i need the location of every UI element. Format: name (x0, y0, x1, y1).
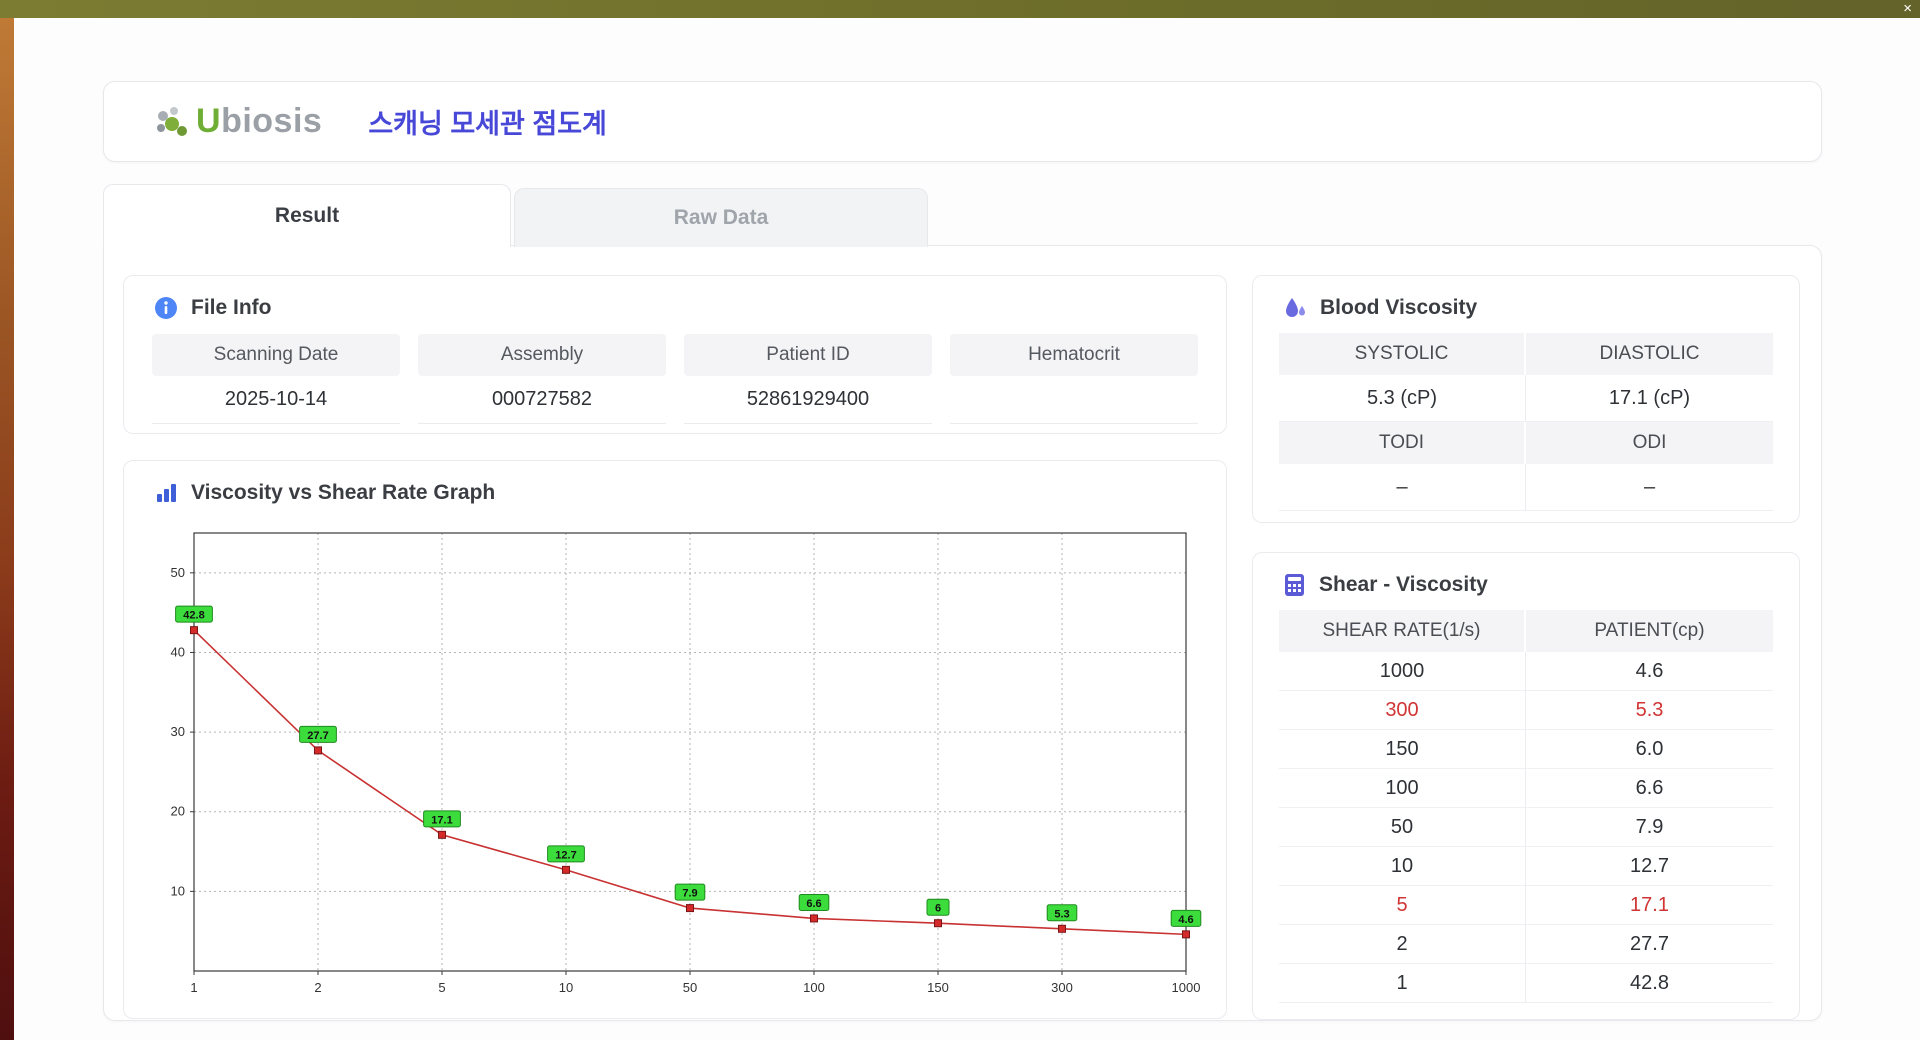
ubiosis-logo-icon (157, 106, 187, 136)
graph-header: Viscosity vs Shear Rate Graph (124, 461, 1226, 505)
ubiosis-logo: Ubiosis (152, 102, 322, 141)
field-scanning-date: Scanning Date 2025-10-14 (152, 334, 400, 424)
shear-viscosity-title: Shear - Viscosity (1319, 573, 1488, 596)
patient-cell: 7.9 (1526, 808, 1773, 847)
field-value: 52861929400 (684, 376, 932, 424)
field-assembly: Assembly 000727582 (418, 334, 666, 424)
svg-text:100: 100 (803, 980, 825, 995)
svg-text:5: 5 (438, 980, 445, 995)
field-label: Hematocrit (950, 334, 1198, 376)
patient-cell: 5.3 (1526, 691, 1773, 730)
shear-rate-cell: 150 (1279, 730, 1526, 769)
diastolic-header: DIASTOLIC (1526, 333, 1773, 375)
field-value: 2025-10-14 (152, 376, 400, 424)
svg-text:50: 50 (683, 980, 697, 995)
logo-u: U (196, 102, 222, 140)
field-label: Patient ID (684, 334, 932, 376)
svg-text:10: 10 (171, 883, 185, 898)
svg-text:17.1: 17.1 (431, 814, 452, 826)
field-label: Assembly (418, 334, 666, 376)
patient-column-header: PATIENT(cp) (1526, 610, 1773, 652)
viscosity-chart: 1 2 5 10 50 100 150 300 1000 10 20 30 40 50 42.8 27.7 17… (171, 532, 1202, 995)
shear-rate-cell: 10 (1279, 847, 1526, 886)
todi-value: – (1279, 464, 1526, 511)
shear-rate-cell: 1000 (1279, 652, 1526, 691)
todi-header: TODI (1279, 422, 1526, 464)
file-info-panel: File Info Scanning Date 2025-10-14 Assem… (123, 275, 1227, 434)
close-icon[interactable]: × (1903, 0, 1912, 18)
result-content: File Info Scanning Date 2025-10-14 Assem… (103, 245, 1822, 1021)
svg-text:40: 40 (171, 644, 185, 659)
diastolic-value: 17.1 (cP) (1526, 375, 1773, 422)
patient-cell: 17.1 (1526, 886, 1773, 925)
svg-text:6: 6 (935, 903, 941, 915)
field-value: 000727582 (418, 376, 666, 424)
patient-cell: 6.6 (1526, 769, 1773, 808)
patient-cell: 6.0 (1526, 730, 1773, 769)
svg-text:6.6: 6.6 (806, 898, 821, 910)
blood-viscosity-table: SYSTOLIC DIASTOLIC 5.3 (cP) 17.1 (cP) TO… (1279, 333, 1773, 511)
shear-rate-cell: 300 (1279, 691, 1526, 730)
app-header: Ubiosis 스캐닝 모세관 점도계 (103, 81, 1822, 162)
patient-cell: 42.8 (1526, 964, 1773, 1003)
svg-text:300: 300 (1051, 980, 1073, 995)
svg-text:4.6: 4.6 (1178, 914, 1193, 926)
tab-result[interactable]: Result (103, 184, 511, 247)
logo-text: Ubiosis (196, 102, 322, 141)
blood-drop-icon (1286, 298, 1305, 317)
calculator-icon (1285, 574, 1304, 596)
odi-header: ODI (1526, 422, 1773, 464)
svg-text:1000: 1000 (1172, 980, 1201, 995)
svg-text:27.7: 27.7 (307, 730, 328, 742)
tab-raw-data[interactable]: Raw Data (514, 188, 928, 247)
svg-text:7.9: 7.9 (682, 888, 697, 900)
shear-rate-cell: 1 (1279, 964, 1526, 1003)
patient-cell: 27.7 (1526, 925, 1773, 964)
shear-viscosity-panel: Shear - Viscosity SHEAR RATE(1/s) PATIEN… (1252, 552, 1800, 1020)
bar-chart-icon (157, 484, 176, 502)
svg-text:42.8: 42.8 (183, 610, 204, 622)
systolic-header: SYSTOLIC (1279, 333, 1526, 375)
tab-raw-data-label: Raw Data (673, 206, 769, 229)
blood-viscosity-panel: Blood Viscosity SYSTOLIC DIASTOLIC 5.3 (… (1252, 275, 1800, 523)
svg-text:2: 2 (314, 980, 321, 995)
viscosity-graph-panel: Viscosity vs Shear Rate Graph 1 2 5 10 50 100… (123, 460, 1227, 1019)
svg-text:1: 1 (190, 980, 197, 995)
background-edge (0, 18, 14, 1040)
svg-text:50: 50 (171, 565, 185, 580)
shear-viscosity-table: SHEAR RATE(1/s) PATIENT(cp) 1000 4.6 300… (1279, 610, 1773, 1003)
shear-rate-cell: 50 (1279, 808, 1526, 847)
tab-result-label: Result (274, 204, 340, 227)
shear-viscosity-header: Shear - Viscosity (1253, 553, 1799, 597)
info-icon (155, 297, 177, 319)
patient-cell: 4.6 (1526, 652, 1773, 691)
blood-viscosity-title: Blood Viscosity (1320, 296, 1478, 319)
field-hematocrit: Hematocrit (950, 334, 1198, 424)
field-label: Scanning Date (152, 334, 400, 376)
svg-text:5.3: 5.3 (1054, 908, 1069, 920)
window-title-bar: × (0, 0, 1920, 18)
svg-text:30: 30 (171, 724, 185, 739)
page-title: 스캐닝 모세관 점도계 (368, 109, 607, 139)
svg-text:150: 150 (927, 980, 949, 995)
graph-title: Viscosity vs Shear Rate Graph (191, 481, 496, 504)
shear-rate-column-header: SHEAR RATE(1/s) (1279, 610, 1526, 652)
logo-rest: biosis (221, 102, 323, 140)
svg-text:12.7: 12.7 (555, 849, 576, 861)
svg-text:10: 10 (559, 980, 573, 995)
field-patient-id: Patient ID 52861929400 (684, 334, 932, 424)
file-info-title: File Info (191, 296, 272, 319)
svg-text:20: 20 (171, 804, 185, 819)
patient-cell: 12.7 (1526, 847, 1773, 886)
odi-value: – (1526, 464, 1773, 511)
blood-viscosity-header: Blood Viscosity (1253, 276, 1799, 320)
field-value (950, 376, 1198, 424)
shear-rate-cell: 5 (1279, 886, 1526, 925)
systolic-value: 5.3 (cP) (1279, 375, 1526, 422)
file-info-header: File Info (124, 276, 1226, 320)
file-info-fields: Scanning Date 2025-10-14 Assembly 000727… (152, 334, 1198, 424)
shear-rate-cell: 2 (1279, 925, 1526, 964)
shear-rate-cell: 100 (1279, 769, 1526, 808)
